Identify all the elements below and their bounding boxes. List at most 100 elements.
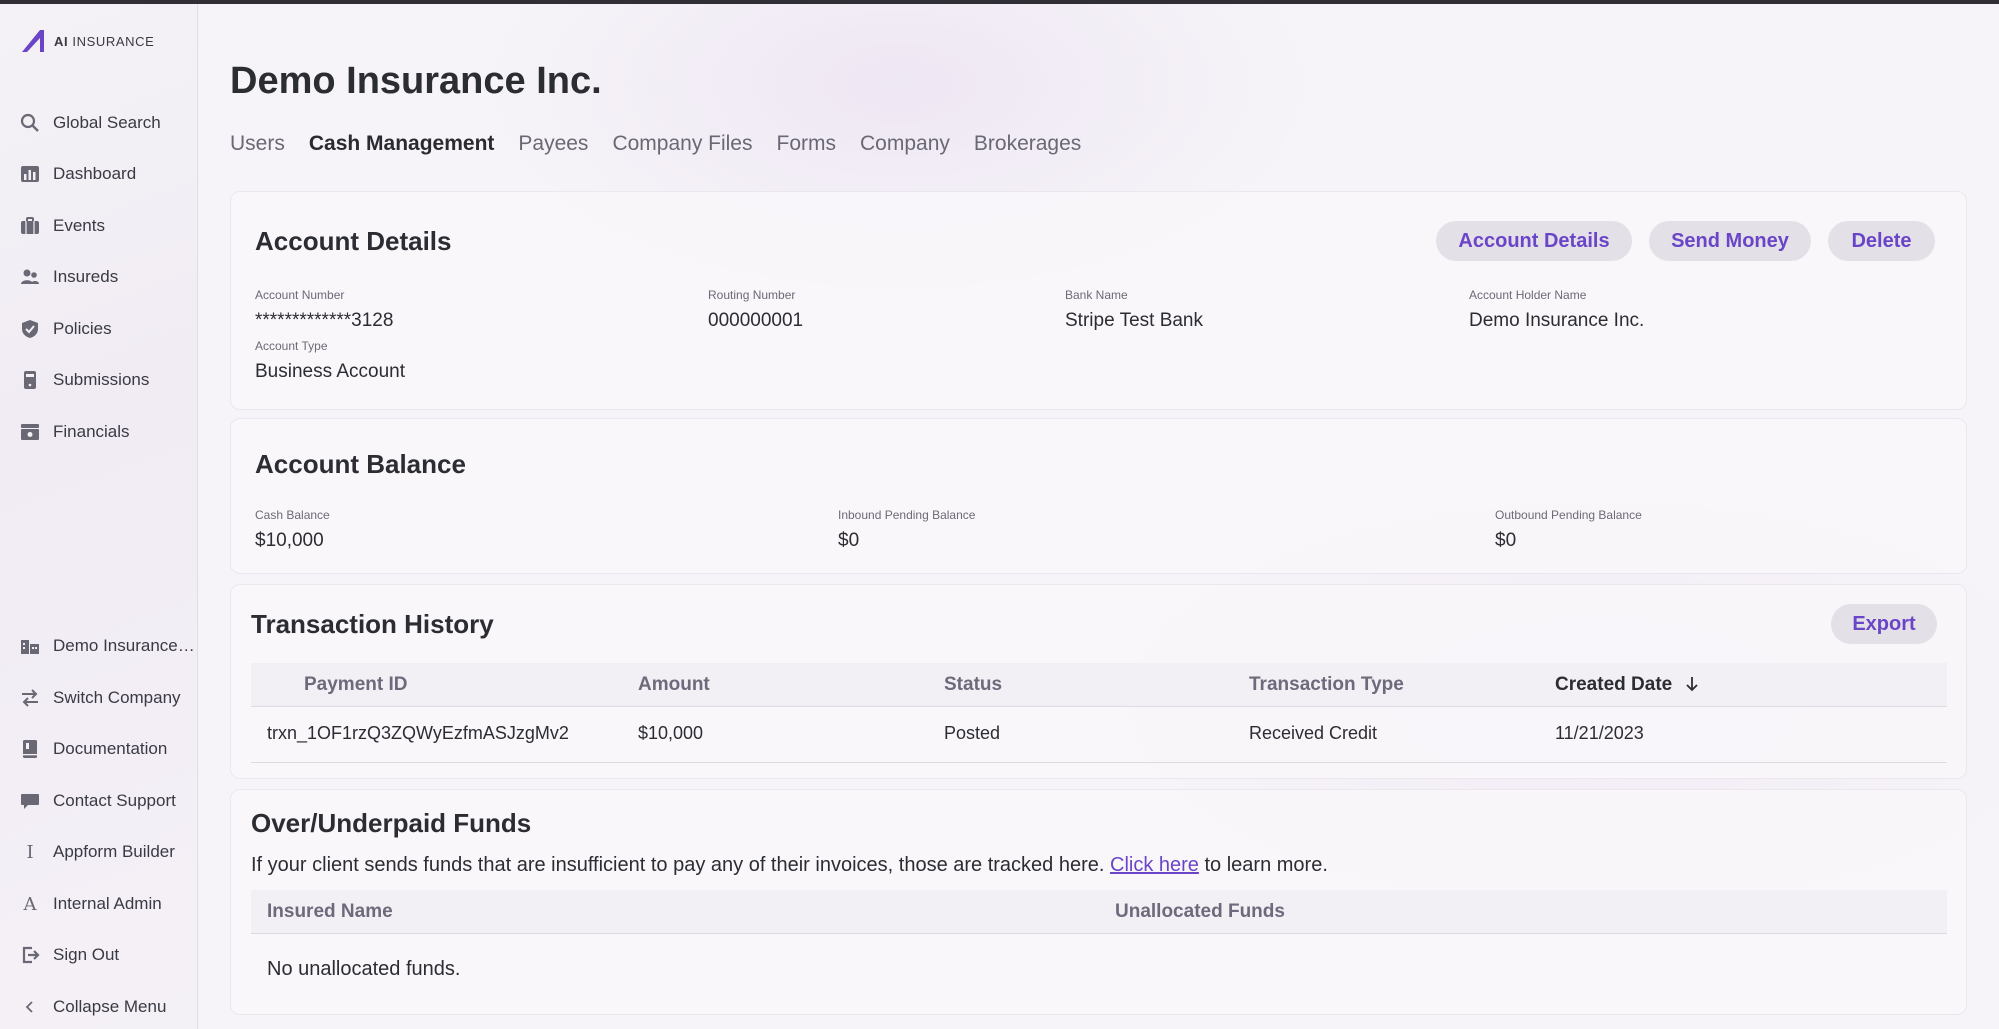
- account-number-value: *************3128: [255, 310, 394, 331]
- sidebar-item-label: Global Search: [53, 113, 161, 132]
- sidebar-item-label: Policies: [53, 319, 112, 338]
- sidebar-item-global-search[interactable]: Global Search: [20, 108, 161, 138]
- sidebar-item-label: Demo Insurance Inc.: [53, 636, 195, 655]
- sidebar-item-switch-company[interactable]: Switch Company: [20, 683, 181, 713]
- account-holder-label: Account Holder Name: [1469, 288, 1587, 302]
- sidebar-item-label: Financials: [53, 422, 130, 441]
- cell-amount: $10,000: [638, 723, 704, 743]
- sidebar-item-label: Switch Company: [53, 688, 181, 707]
- sidebar-item-events[interactable]: Events: [20, 211, 105, 241]
- sidebar: AI INSURANCE Global Search Dashboard Eve…: [0, 4, 198, 1029]
- sidebar-item-insureds[interactable]: Insureds: [20, 262, 118, 292]
- empty-state-text: No unallocated funds.: [267, 958, 461, 980]
- logo-text-bold: AI: [54, 33, 69, 49]
- sidebar-item-company[interactable]: Demo Insurance Inc.: [20, 631, 195, 661]
- column-payment-id[interactable]: Payment ID: [304, 674, 407, 696]
- shield-icon: [20, 319, 40, 339]
- briefcase-icon: [20, 216, 40, 236]
- table-row[interactable]: trxn_1OF1rzQ3ZQWyEzfmASJzgMv2 $10,000 Po…: [251, 707, 1947, 763]
- learn-more-link[interactable]: Click here: [1110, 854, 1199, 876]
- delete-button[interactable]: Delete: [1828, 221, 1935, 261]
- cash-balance-label: Cash Balance: [255, 508, 330, 522]
- send-money-button[interactable]: Send Money: [1649, 221, 1811, 261]
- sidebar-item-contact-support[interactable]: Contact Support: [20, 786, 176, 816]
- sidebar-item-label: Dashboard: [53, 164, 137, 183]
- column-unallocated-funds[interactable]: Unallocated Funds: [1115, 901, 1285, 923]
- sidebar-item-label: Sign Out: [53, 945, 120, 964]
- over-underpaid-funds-card: Over/Underpaid Funds If your client send…: [230, 789, 1967, 1015]
- tab-brokerages[interactable]: Brokerages: [974, 132, 1081, 156]
- swap-arrows-icon: [20, 688, 40, 708]
- column-created-date[interactable]: Created Date: [1555, 674, 1700, 696]
- inbound-pending-label: Inbound Pending Balance: [838, 508, 976, 522]
- sidebar-item-internal-admin[interactable]: A Internal Admin: [20, 889, 162, 919]
- transaction-history-card: Transaction History Export Payment ID Am…: [230, 584, 1967, 779]
- column-status[interactable]: Status: [944, 674, 1002, 696]
- cell-status: Posted: [944, 723, 1001, 743]
- people-icon: [20, 267, 40, 287]
- sidebar-item-label: Appform Builder: [53, 842, 175, 861]
- sidebar-item-collapse-menu[interactable]: Collapse Menu: [20, 992, 166, 1022]
- cash-register-icon: [20, 422, 40, 442]
- sidebar-item-label: Submissions: [53, 370, 150, 389]
- logo-icon: [20, 28, 46, 54]
- tab-cash-management[interactable]: Cash Management: [309, 132, 495, 156]
- cell-payment-id: trxn_1OF1rzQ3ZQWyEzfmASJzgMv2: [267, 723, 569, 743]
- letter-a-icon: A: [23, 893, 37, 915]
- routing-number-value: 000000001: [708, 310, 804, 331]
- sidebar-item-financials[interactable]: Financials: [20, 417, 130, 447]
- sidebar-item-appform-builder[interactable]: I Appform Builder: [20, 837, 175, 867]
- tab-payees[interactable]: Payees: [518, 132, 588, 156]
- transaction-history-title: Transaction History: [251, 609, 494, 639]
- sign-out-icon: [20, 945, 40, 965]
- sidebar-item-submissions[interactable]: Submissions: [20, 365, 149, 395]
- page-title: Demo Insurance Inc.: [230, 60, 602, 102]
- account-balance-card: Account Balance Cash Balance $10,000 Inb…: [230, 418, 1967, 574]
- sidebar-item-dashboard[interactable]: Dashboard: [20, 159, 136, 189]
- sidebar-item-documentation[interactable]: Documentation: [20, 734, 167, 764]
- cell-transaction-type: Received Credit: [1249, 723, 1378, 743]
- phone-icon: [20, 370, 40, 390]
- chat-bubble-icon: [20, 791, 40, 811]
- sidebar-item-label: Insureds: [53, 267, 119, 286]
- logo-text: INSURANCE: [72, 33, 155, 49]
- column-insured-name[interactable]: Insured Name: [267, 901, 393, 923]
- account-details-button[interactable]: Account Details: [1436, 221, 1632, 261]
- account-holder-value: Demo Insurance Inc.: [1469, 310, 1645, 331]
- over-underpaid-description: If your client sends funds that are insu…: [251, 854, 1328, 877]
- account-details-card: Account Details Account Details Send Mon…: [230, 191, 1967, 410]
- tab-bar: Users Cash Management Payees Company Fil…: [230, 132, 1081, 156]
- tab-users[interactable]: Users: [230, 132, 285, 156]
- cash-balance-value: $10,000: [255, 530, 324, 551]
- sidebar-item-policies[interactable]: Policies: [20, 314, 112, 344]
- sidebar-item-label: Internal Admin: [53, 894, 162, 913]
- transaction-table-header: Payment ID Amount Status Transaction Typ…: [251, 663, 1947, 707]
- account-number-label: Account Number: [255, 288, 345, 302]
- arrow-down-icon: [1685, 677, 1698, 692]
- bank-name-label: Bank Name: [1065, 288, 1128, 302]
- sidebar-item-label: Documentation: [53, 739, 168, 758]
- bank-name-value: Stripe Test Bank: [1065, 310, 1204, 331]
- chevron-left-icon: [20, 997, 40, 1017]
- building-icon: [20, 636, 40, 656]
- main-content: Demo Insurance Inc. Users Cash Managemen…: [199, 4, 1999, 1029]
- inbound-pending-value: $0: [838, 530, 860, 551]
- tab-company-files[interactable]: Company Files: [612, 132, 752, 156]
- sidebar-item-sign-out[interactable]: Sign Out: [20, 940, 119, 970]
- routing-number-label: Routing Number: [708, 288, 796, 302]
- export-button[interactable]: Export: [1831, 604, 1937, 644]
- book-icon: [20, 739, 40, 759]
- app-logo[interactable]: AI INSURANCE: [20, 28, 154, 54]
- tab-company[interactable]: Company: [860, 132, 950, 156]
- account-type-value: Business Account: [255, 361, 405, 382]
- outbound-pending-label: Outbound Pending Balance: [1495, 508, 1642, 522]
- column-amount[interactable]: Amount: [638, 674, 710, 696]
- description-text-end: to learn more.: [1204, 854, 1328, 876]
- tab-forms[interactable]: Forms: [777, 132, 837, 156]
- bar-chart-icon: [20, 164, 40, 184]
- funds-table-header: Insured Name Unallocated Funds: [251, 890, 1947, 934]
- description-text: If your client sends funds that are insu…: [251, 854, 1105, 876]
- sidebar-item-label: Contact Support: [53, 791, 176, 810]
- column-transaction-type[interactable]: Transaction Type: [1249, 674, 1404, 696]
- account-details-title: Account Details: [255, 226, 452, 256]
